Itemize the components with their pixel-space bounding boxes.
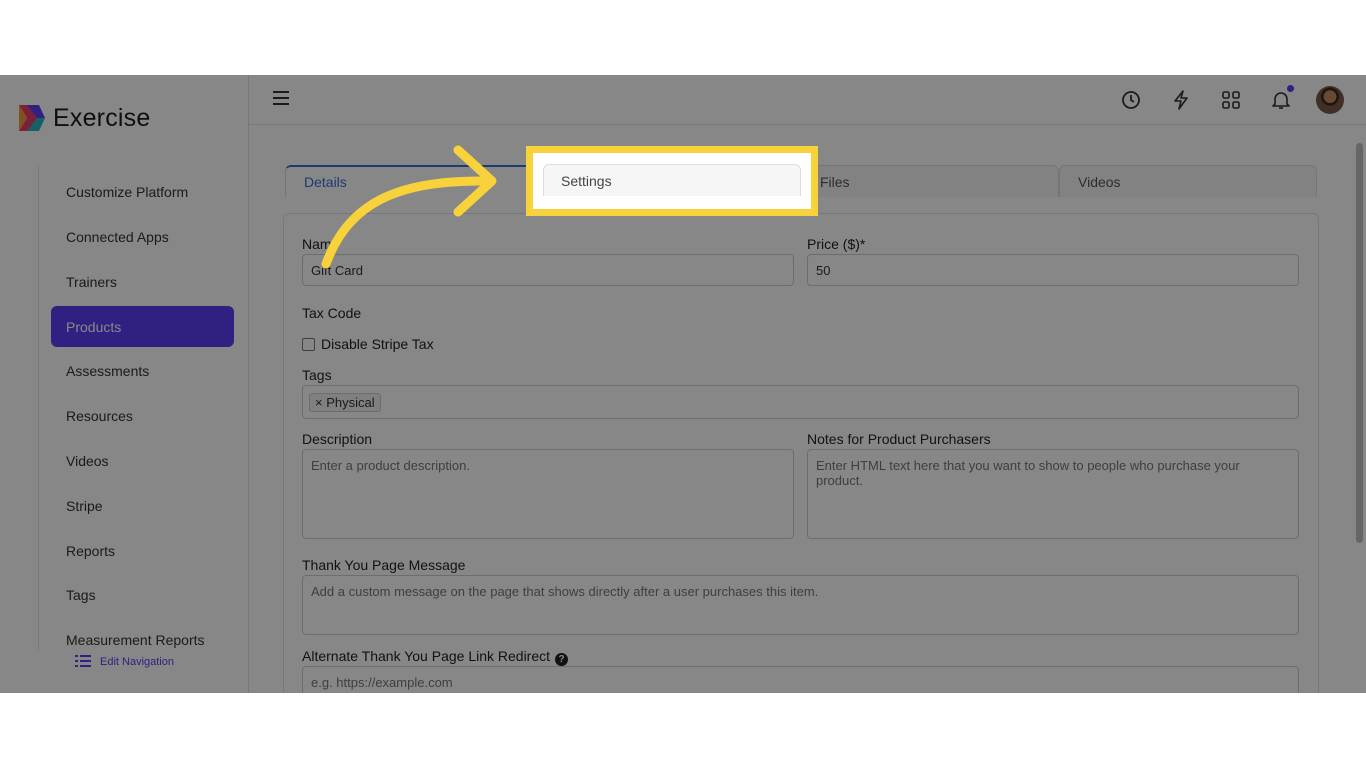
- bolt-icon[interactable]: [1166, 85, 1196, 115]
- sidebar-item-label: Connected Apps: [66, 228, 169, 245]
- details-panel: Name Gift Card Price ($)* 50 Tax Code Di…: [283, 213, 1319, 693]
- sidebar-item-trainers[interactable]: Trainers: [51, 261, 234, 302]
- tab-label: Files: [820, 173, 850, 190]
- hamburger-menu-icon[interactable]: [273, 91, 289, 105]
- price-input[interactable]: 50: [807, 254, 1299, 286]
- sidebar-item-videos[interactable]: Videos: [51, 440, 234, 481]
- user-avatar[interactable]: [1316, 86, 1344, 114]
- edit-navigation-link[interactable]: Edit Navigation: [75, 655, 174, 668]
- sidebar-item-label: Stripe: [66, 497, 103, 514]
- page-scrollbar[interactable]: [1355, 129, 1364, 689]
- tab-files[interactable]: Files: [801, 165, 1059, 197]
- app-name: Exercise: [53, 103, 151, 132]
- sidebar-item-label: Assessments: [66, 362, 150, 379]
- price-label: Price ($)*: [807, 236, 866, 252]
- notes-textarea[interactable]: Enter HTML text here that you want to sh…: [807, 449, 1299, 539]
- redirect-input[interactable]: e.g. https://example.com: [302, 666, 1299, 693]
- sidebar-item-reports[interactable]: Reports: [51, 530, 234, 571]
- sidebar-item-label: Customize Platform: [66, 183, 189, 200]
- description-label: Description: [302, 431, 373, 447]
- sidebar-item-assessments[interactable]: Assessments: [51, 350, 234, 391]
- tab-label: Videos: [1078, 173, 1121, 190]
- tag-chip[interactable]: × Physical: [309, 392, 381, 412]
- notification-dot: [1287, 85, 1294, 92]
- pointer-arrow-icon: [321, 145, 497, 269]
- description-placeholder: Enter a product description.: [311, 458, 470, 473]
- sidebar-item-label: Videos: [66, 452, 109, 469]
- tax-code-label: Tax Code: [302, 305, 362, 321]
- thank-you-label: Thank You Page Message: [302, 557, 466, 573]
- apps-grid-icon[interactable]: [1216, 85, 1246, 115]
- redirect-label-row: Alternate Thank You Page Link Redirect?: [302, 648, 569, 666]
- top-icons: [1096, 85, 1344, 115]
- redirect-placeholder: e.g. https://example.com: [311, 674, 453, 690]
- sidebar-item-label: Measurement Reports: [66, 631, 205, 648]
- sidebar-item-measurement-reports[interactable]: Measurement Reports: [51, 619, 234, 660]
- redirect-label: Alternate Thank You Page Link Redirect: [302, 648, 551, 664]
- sidebar-item-products[interactable]: Products: [51, 306, 234, 347]
- sidebar-item-customize-platform[interactable]: Customize Platform: [51, 171, 234, 212]
- sidebar-item-label: Resources: [66, 407, 133, 424]
- sidebar: Exercise Customize Platform Connected Ap…: [0, 75, 249, 693]
- highlight-frame: [526, 146, 818, 216]
- scrollbar-thumb[interactable]: [1356, 143, 1363, 543]
- top-bar: [249, 75, 1366, 125]
- app-screenshot: Exercise Customize Platform Connected Ap…: [0, 75, 1366, 693]
- sidebar-item-connected-apps[interactable]: Connected Apps: [51, 216, 234, 257]
- notes-label: Notes for Product Purchasers: [807, 431, 991, 447]
- sidebar-item-label: Tags: [66, 586, 96, 603]
- sidebar-item-stripe[interactable]: Stripe: [51, 485, 234, 526]
- description-textarea[interactable]: Enter a product description.: [302, 449, 794, 539]
- sidebar-item-tags[interactable]: Tags: [51, 574, 234, 615]
- tags-label: Tags: [302, 367, 332, 383]
- nav-rail: [38, 165, 39, 650]
- thank-you-placeholder: Add a custom message on the page that sh…: [311, 584, 819, 599]
- sidebar-item-resources[interactable]: Resources: [51, 395, 234, 436]
- help-icon[interactable]: ?: [555, 653, 569, 666]
- tab-videos[interactable]: Videos: [1059, 165, 1317, 197]
- logo-icon: [19, 105, 45, 131]
- history-icon[interactable]: [1116, 85, 1146, 115]
- disable-stripe-tax-checkbox[interactable]: [302, 337, 315, 351]
- thank-you-textarea[interactable]: Add a custom message on the page that sh…: [302, 575, 1299, 635]
- sidebar-item-label: Reports: [66, 542, 116, 559]
- sidebar-item-label: Trainers: [66, 273, 117, 290]
- notes-placeholder: Enter HTML text here that you want to sh…: [816, 458, 1240, 488]
- brand-logo[interactable]: Exercise: [17, 103, 150, 133]
- sidebar-item-label: Products: [66, 318, 122, 335]
- list-icon: [75, 655, 91, 667]
- bell-icon[interactable]: [1266, 85, 1296, 115]
- disable-stripe-tax-row: Disable Stripe Tax: [302, 336, 434, 352]
- tags-input[interactable]: × Physical: [302, 385, 1299, 419]
- edit-navigation-label: Edit Navigation: [100, 655, 174, 668]
- disable-stripe-tax-label: Disable Stripe Tax: [321, 336, 434, 352]
